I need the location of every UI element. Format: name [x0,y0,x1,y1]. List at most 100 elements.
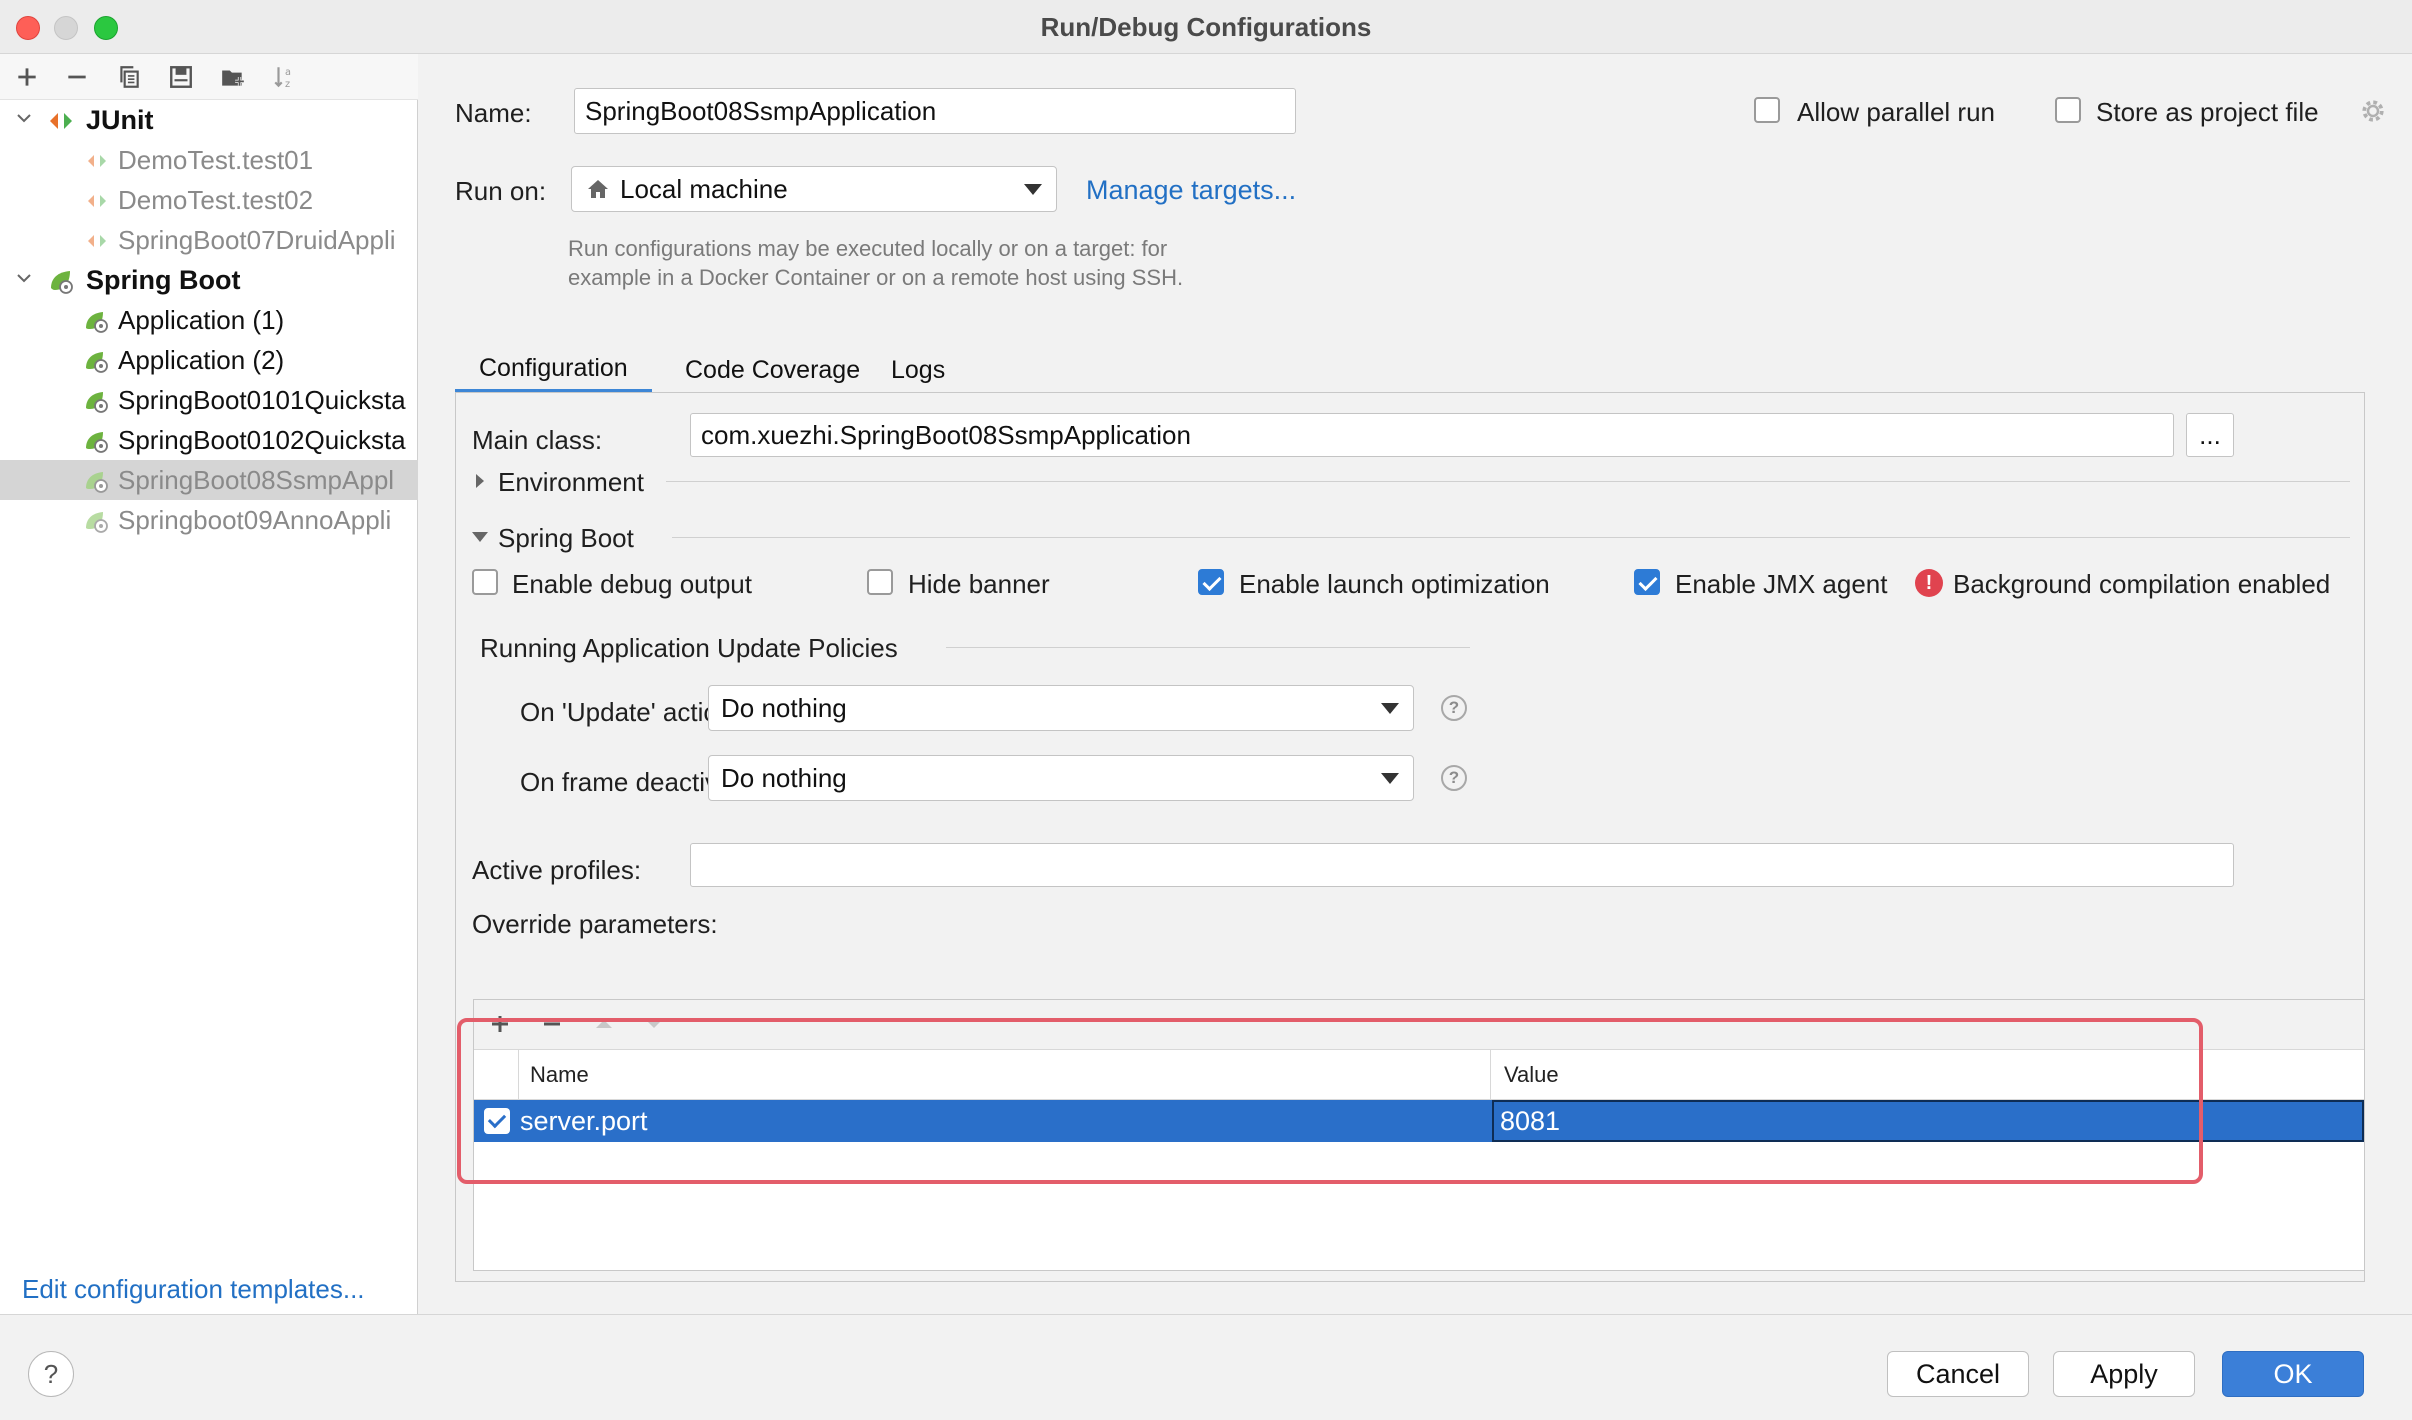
hint-line-2: example in a Docker Container or on a re… [568,265,1184,290]
junit-test-icon [88,235,106,247]
tree-item-quickstart-0101[interactable]: SpringBoot0101Quicksta [0,380,418,420]
chevron-down-icon[interactable] [470,529,490,545]
browse-main-class-button[interactable]: ... [2186,413,2234,457]
junit-test-icon [88,155,106,167]
hint-line-1: Run configurations may be executed local… [568,236,1168,261]
tree-item-label: Application (2) [118,344,285,375]
chevron-down-icon[interactable] [14,268,34,288]
tree-item-label: Application (1) [118,304,285,335]
window-title: Run/Debug Configurations [1040,12,1372,42]
run-on-value: Local machine [620,173,788,204]
tree-item-druid[interactable]: SpringBoot07DruidAppli [0,220,418,260]
spring-boot-icon [86,352,108,373]
help-button[interactable]: ? [28,1351,74,1397]
name-input[interactable]: SpringBoot08SsmpApplication [574,88,1296,134]
run-on-label: Run on: [455,176,547,206]
junit-icon [50,113,72,129]
param-name-cell[interactable]: server.port [520,1106,648,1137]
column-separator [1490,1050,1491,1100]
column-header-value[interactable]: Value [1504,1062,1559,1088]
tree-group-spring-boot[interactable]: Spring Boot [0,260,418,300]
enable-launch-checkbox[interactable] [1198,569,1224,595]
chevron-right-icon[interactable] [472,471,488,491]
title-bar: Run/Debug Configurations [0,0,2412,54]
apply-button[interactable]: Apply [2053,1351,2195,1397]
tree-item-application-1[interactable]: Application (1) [0,300,418,340]
edit-templates-link[interactable]: Edit configuration templates... [22,1274,365,1305]
environment-section[interactable]: Environment [498,467,644,498]
main-class-label: Main class: [472,425,603,455]
column-header-name[interactable]: Name [530,1062,589,1088]
hide-banner-checkbox[interactable] [867,569,893,595]
tree-item-demotest-test01[interactable]: DemoTest.test01 [0,140,418,180]
tree-group-junit[interactable]: JUnit [0,100,418,140]
name-label: Name: [455,98,532,128]
move-down-icon[interactable] [642,1012,666,1036]
remove-icon[interactable] [60,60,94,94]
tree-item-anno[interactable]: Springboot09AnnoAppli [0,500,418,540]
chevron-down-icon [1381,703,1399,714]
move-up-icon[interactable] [592,1012,616,1036]
cancel-button[interactable]: Cancel [1887,1351,2029,1397]
override-label: Override parameters: [472,909,718,939]
spring-boot-icon [86,392,108,413]
help-icon[interactable]: ? [1441,765,1467,791]
tree-item-label: SpringBoot0102Quicksta [118,424,406,455]
tree-item-label: SpringBoot0101Quicksta [118,384,406,415]
table-header: Name Value [474,1050,2364,1100]
main-class-input[interactable]: com.xuezhi.SpringBoot08SsmpApplication [690,413,2174,457]
gear-icon[interactable] [2358,96,2388,126]
bg-compile-label: Background compilation enabled [1953,569,2331,599]
enable-launch-label: Enable launch optimization [1239,569,1550,599]
active-profiles-input[interactable] [690,843,2234,887]
manage-targets-link[interactable]: Manage targets... [1086,175,1296,206]
enable-debug-checkbox[interactable] [472,569,498,595]
tree-item-application-2[interactable]: Application (2) [0,340,418,380]
run-on-select[interactable]: Local machine [571,166,1057,212]
tab-configuration[interactable]: Configuration [455,347,652,393]
save-icon[interactable] [164,60,198,94]
run-on-hint: Run configurations may be executed local… [568,234,1183,292]
column-separator [518,1050,519,1100]
allow-parallel-checkbox[interactable] [1754,97,1780,123]
tree-item-demotest-test02[interactable]: DemoTest.test02 [0,180,418,220]
store-project-checkbox[interactable] [2055,97,2081,123]
add-icon[interactable] [488,1012,512,1036]
allow-parallel-label: Allow parallel run [1797,97,1995,127]
tree-item-ssmp-selected[interactable]: SpringBoot08SsmpAppl [0,460,418,500]
table-toolbar [474,1000,2364,1050]
spring-boot-icon [86,432,108,453]
ok-button[interactable]: OK [2222,1351,2364,1397]
folder-add-icon[interactable] [216,60,250,94]
spring-boot-divider [672,537,2350,538]
help-icon[interactable]: ? [1441,695,1467,721]
active-profiles-label: Active profiles: [472,855,642,885]
on-frame-select[interactable]: Do nothing [708,755,1414,801]
enable-debug-label: Enable debug output [512,569,752,599]
add-icon[interactable] [10,60,44,94]
tab-logs[interactable]: Logs [867,347,969,393]
on-update-value: Do nothing [721,692,847,723]
tree-group-label: JUnit [86,104,154,135]
chevron-down-icon[interactable] [14,108,34,128]
chevron-down-icon [1024,184,1042,195]
policies-divider [946,647,1470,648]
svg-text:a: a [285,67,291,78]
tab-code-coverage[interactable]: Code Coverage [661,347,884,393]
copy-icon[interactable] [112,60,146,94]
table-row[interactable]: server.port 8081 [474,1100,2364,1142]
configurations-sidebar: az JUnit DemoTest.test01 DemoTest.test02… [0,54,418,1314]
override-parameters-table: Name Value server.port 8081 [473,999,2365,1271]
remove-icon[interactable] [540,1012,564,1036]
param-value-cell[interactable]: 8081 [1492,1100,2364,1142]
enable-jmx-checkbox[interactable] [1634,569,1660,595]
run-debug-window: Run/Debug Configurations az JUnit DemoTe… [0,0,2412,1420]
on-update-select[interactable]: Do nothing [708,685,1414,731]
policies-title: Running Application Update Policies [480,633,898,663]
svg-text:z: z [285,79,290,90]
tree-item-label: SpringBoot08SsmpAppl [118,464,395,495]
row-enabled-checkbox[interactable] [484,1108,510,1134]
spring-boot-section[interactable]: Spring Boot [498,523,634,554]
tree-item-quickstart-0102[interactable]: SpringBoot0102Quicksta [0,420,418,460]
sort-icon[interactable]: az [268,60,302,94]
